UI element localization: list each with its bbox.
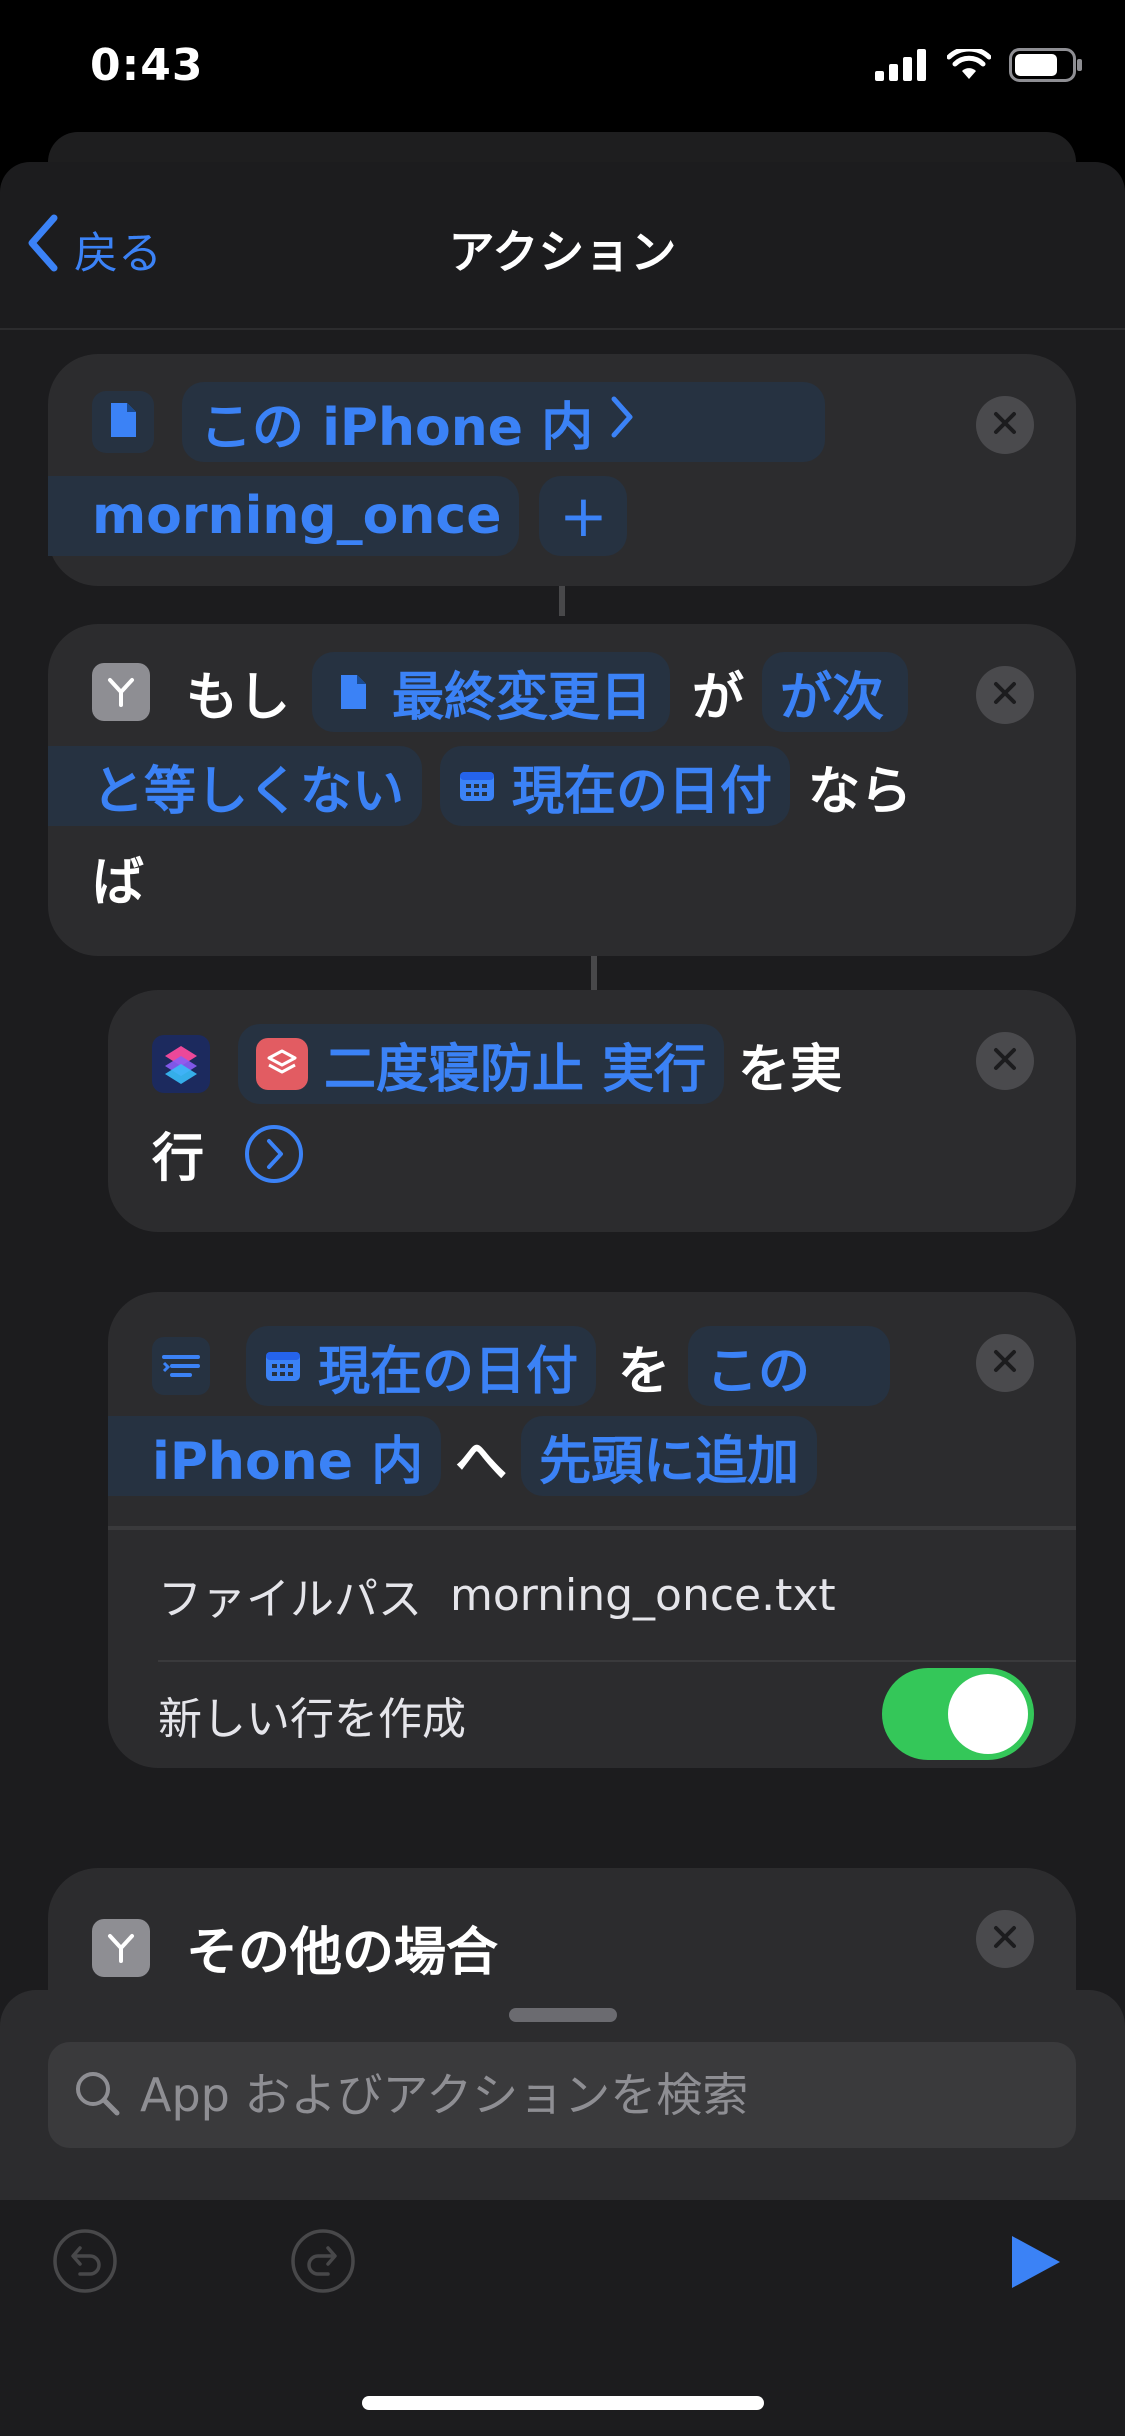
- close-icon: [992, 680, 1018, 710]
- filepath-row[interactable]: ファイルパス morning_once.txt: [158, 1530, 1076, 1662]
- filepath-value: morning_once.txt: [450, 1569, 836, 1621]
- document-icon: [108, 392, 138, 452]
- filename-chip[interactable]: morning_once: [48, 476, 520, 556]
- run-shortcut-action-card: 二度寝防止 実行 を実 行: [108, 990, 1076, 1232]
- branch-icon: [92, 1918, 150, 1977]
- newline-row: 新しい行を作成: [158, 1662, 1076, 1768]
- value-label: 現在の日付: [512, 761, 773, 822]
- calendar-icon: [264, 1336, 302, 1396]
- calendar-icon: [458, 756, 496, 816]
- append-file-action-card: 現在の日付 を この iPhone 内 へ 先頭に追加 ファイルパス morni…: [108, 1292, 1076, 1768]
- action-search-panel: [0, 1990, 1125, 2436]
- remove-action-button[interactable]: [976, 1910, 1034, 1968]
- destination-chip-part2[interactable]: iPhone 内: [108, 1416, 442, 1496]
- battery-icon: [1009, 48, 1083, 86]
- close-icon: [992, 1046, 1018, 1076]
- mode-chip[interactable]: 先頭に追加: [521, 1416, 818, 1496]
- layers-icon: [256, 1038, 308, 1090]
- cellular-signal-icon: [875, 49, 929, 85]
- toggle-knob: [948, 1674, 1028, 1754]
- file-icon-chip: [92, 391, 154, 453]
- add-button[interactable]: +: [539, 476, 628, 556]
- get-file-action-card: この iPhone 内 morning_once +: [48, 354, 1076, 586]
- play-button[interactable]: [1008, 2232, 1064, 2296]
- suffix-ba: ば: [92, 853, 145, 913]
- date-chip[interactable]: 現在の日付: [246, 1326, 597, 1406]
- status-icons: [875, 46, 1083, 86]
- status-bar: 0:43: [0, 0, 1125, 140]
- close-icon: [992, 1348, 1018, 1378]
- document-icon: [330, 669, 376, 715]
- location-label: この iPhone 内: [200, 397, 594, 458]
- if-action-card: もし 最終変更日 が が次 と等しくない 現在の日付 なら ば: [48, 624, 1076, 956]
- newline-toggle[interactable]: [882, 1668, 1034, 1760]
- navigation-bar: 戻る アクション: [0, 162, 1125, 330]
- particle-ga: が: [692, 667, 745, 728]
- close-icon: [992, 410, 1018, 440]
- remove-action-button[interactable]: [976, 1032, 1034, 1090]
- remove-action-button[interactable]: [976, 1334, 1034, 1392]
- remove-action-button[interactable]: [976, 396, 1034, 454]
- filepath-label: ファイルパス: [158, 1574, 422, 1625]
- suffix-nara: なら: [808, 761, 913, 822]
- shortcut-chip[interactable]: 二度寝防止 実行: [238, 1024, 725, 1104]
- shortcuts-app-icon: [152, 1035, 210, 1093]
- destination-chip-part1[interactable]: この: [688, 1326, 891, 1406]
- field-label: 最終変更日: [392, 667, 653, 728]
- condition-chip-part1[interactable]: が次: [762, 652, 909, 732]
- suffix-run-2: 行: [152, 1129, 205, 1189]
- page-title: アクション: [448, 225, 677, 279]
- home-indicator[interactable]: [362, 2396, 764, 2410]
- sheet-grabber[interactable]: [509, 2008, 617, 2022]
- status-time: 0:43: [90, 40, 204, 91]
- connector-line: [591, 956, 597, 990]
- newline-label: 新しい行を作成: [158, 1694, 466, 1745]
- search-input[interactable]: [140, 2068, 1040, 2122]
- append-icon-chip: [152, 1337, 210, 1395]
- remove-action-button[interactable]: [976, 666, 1034, 724]
- suffix-run-1: を実: [738, 1039, 843, 1100]
- field-chip[interactable]: 最終変更日: [312, 652, 671, 732]
- close-icon: [992, 1924, 1018, 1954]
- undo-button[interactable]: [52, 2228, 118, 2298]
- location-chip[interactable]: この iPhone 内: [182, 382, 826, 462]
- date-label: 現在の日付: [318, 1341, 579, 1402]
- condition-chip-part2[interactable]: と等しくない: [48, 746, 423, 826]
- redo-button[interactable]: [290, 2228, 356, 2298]
- otherwise-label: その他の場合: [186, 1923, 499, 1983]
- value-chip[interactable]: 現在の日付: [440, 746, 791, 826]
- connector-line: [559, 586, 565, 616]
- branch-icon: [92, 663, 150, 721]
- chevron-right-icon: [609, 392, 635, 452]
- particle-wo: を: [618, 1341, 671, 1402]
- if-label: もし: [186, 667, 291, 728]
- shortcut-name: 二度寝防止 実行: [324, 1039, 707, 1100]
- wifi-icon: [946, 46, 992, 85]
- search-icon: [72, 2068, 122, 2122]
- expand-chevron-button[interactable]: [244, 1124, 304, 1184]
- search-bar[interactable]: [48, 2042, 1076, 2148]
- text-append-icon: [162, 1336, 200, 1396]
- particle-he: へ: [455, 1431, 508, 1492]
